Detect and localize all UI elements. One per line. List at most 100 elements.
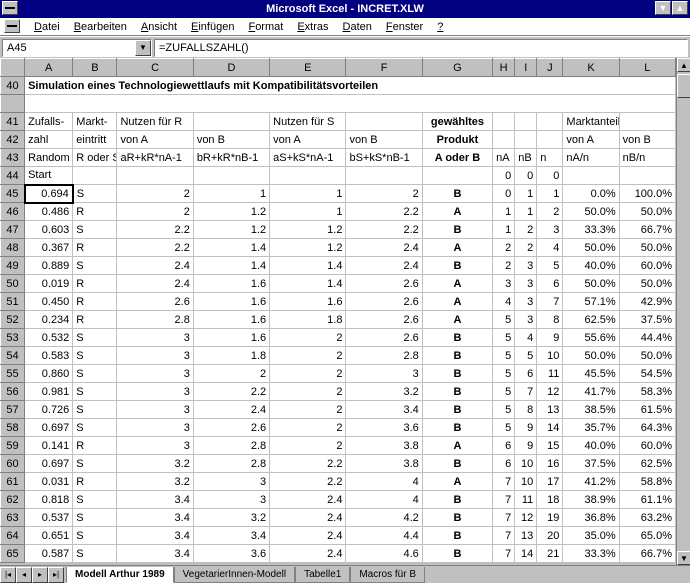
col-header-C[interactable]: C <box>117 59 193 77</box>
cell-A43[interactable]: Random <box>25 149 73 167</box>
cell-E66[interactable]: 2.4 <box>270 563 346 564</box>
cell-E48[interactable]: 1.2 <box>270 239 346 257</box>
row-header-51[interactable]: 51 <box>1 293 25 311</box>
cell-A57[interactable]: 0.726 <box>25 401 73 419</box>
cell-L53[interactable]: 44.4% <box>619 329 675 347</box>
cell-K53[interactable]: 55.6% <box>563 329 619 347</box>
cell-J47[interactable]: 3 <box>537 221 563 239</box>
cell-E63[interactable]: 2.4 <box>270 509 346 527</box>
cell-H48[interactable]: 2 <box>493 239 515 257</box>
row-header-63[interactable]: 63 <box>1 509 25 527</box>
cell-B46[interactable]: R <box>73 203 117 221</box>
cell-J51[interactable]: 7 <box>537 293 563 311</box>
cell-D56[interactable]: 2.2 <box>193 383 269 401</box>
col-header-J[interactable]: J <box>537 59 563 77</box>
cell-I61[interactable]: 10 <box>515 473 537 491</box>
cell-F63[interactable]: 4.2 <box>346 509 422 527</box>
formula-input[interactable]: =ZUFALLSZAHL() <box>154 39 688 57</box>
cell-D46[interactable]: 1.2 <box>193 203 269 221</box>
cell-I63[interactable]: 12 <box>515 509 537 527</box>
cell-K43[interactable]: nA/n <box>563 149 619 167</box>
cell-L41[interactable] <box>619 113 675 131</box>
cell-I42[interactable] <box>515 131 537 149</box>
menu-extras[interactable]: Extras <box>297 18 328 35</box>
cell-B50[interactable]: R <box>73 275 117 293</box>
cell-C45[interactable]: 2 <box>117 185 193 203</box>
cell-G41[interactable]: gewähltes <box>422 113 492 131</box>
cell-G47[interactable]: B <box>422 221 492 239</box>
cell-J46[interactable]: 2 <box>537 203 563 221</box>
cell-G54[interactable]: B <box>422 347 492 365</box>
cell-H46[interactable]: 1 <box>493 203 515 221</box>
row-header-54[interactable]: 54 <box>1 347 25 365</box>
cell-H50[interactable]: 3 <box>493 275 515 293</box>
cell-F42[interactable]: von B <box>346 131 422 149</box>
cell-B54[interactable]: S <box>73 347 117 365</box>
cell-I60[interactable]: 10 <box>515 455 537 473</box>
cell-F57[interactable]: 3.4 <box>346 401 422 419</box>
cell-I55[interactable]: 6 <box>515 365 537 383</box>
cell-D66[interactable]: 3.8 <box>193 563 269 564</box>
cell-G53[interactable]: B <box>422 329 492 347</box>
scroll-down-button[interactable]: ▼ <box>677 551 690 565</box>
cell-L59[interactable]: 60.0% <box>619 437 675 455</box>
cell-L43[interactable]: nB/n <box>619 149 675 167</box>
cell-E54[interactable]: 2 <box>270 347 346 365</box>
cell-I43[interactable]: nB <box>515 149 537 167</box>
row-header-42[interactable]: 42 <box>1 131 25 149</box>
cell-B52[interactable]: R <box>73 311 117 329</box>
cell-C53[interactable]: 3 <box>117 329 193 347</box>
cell-I46[interactable]: 1 <box>515 203 537 221</box>
cell-I51[interactable]: 3 <box>515 293 537 311</box>
cell-C48[interactable]: 2.2 <box>117 239 193 257</box>
cell-A54[interactable]: 0.583 <box>25 347 73 365</box>
cell-B63[interactable]: S <box>73 509 117 527</box>
cell-I57[interactable]: 8 <box>515 401 537 419</box>
cell-H56[interactable]: 5 <box>493 383 515 401</box>
row-header-62[interactable]: 62 <box>1 491 25 509</box>
cell-E56[interactable]: 2 <box>270 383 346 401</box>
col-header-A[interactable]: A <box>25 59 73 77</box>
cell-I54[interactable]: 5 <box>515 347 537 365</box>
row-header-60[interactable]: 60 <box>1 455 25 473</box>
cell-C51[interactable]: 2.6 <box>117 293 193 311</box>
cell-J45[interactable]: 1 <box>537 185 563 203</box>
cell-K42[interactable]: von A <box>563 131 619 149</box>
menu-bearbeiten[interactable]: Bearbeiten <box>74 18 127 35</box>
row-header-45[interactable]: 45 <box>1 185 25 203</box>
cell-H43[interactable]: nA <box>493 149 515 167</box>
cell-I59[interactable]: 9 <box>515 437 537 455</box>
sheet-tab-3[interactable]: Macros für B <box>350 567 425 583</box>
cell-D60[interactable]: 2.8 <box>193 455 269 473</box>
cell-J62[interactable]: 18 <box>537 491 563 509</box>
cell-H45[interactable]: 0 <box>493 185 515 203</box>
cell-F44[interactable] <box>346 167 422 185</box>
cell-L54[interactable]: 50.0% <box>619 347 675 365</box>
cell-K63[interactable]: 36.8% <box>563 509 619 527</box>
cell-C65[interactable]: 3.4 <box>117 545 193 563</box>
cell-L48[interactable]: 50.0% <box>619 239 675 257</box>
cell-L66[interactable]: 68.2% <box>619 563 675 564</box>
row-header-58[interactable]: 58 <box>1 419 25 437</box>
row-header-52[interactable]: 52 <box>1 311 25 329</box>
row-header-56[interactable]: 56 <box>1 383 25 401</box>
cell-B42[interactable]: eintritt <box>73 131 117 149</box>
cell-A55[interactable]: 0.860 <box>25 365 73 383</box>
cell-L60[interactable]: 62.5% <box>619 455 675 473</box>
cell-F55[interactable]: 3 <box>346 365 422 383</box>
cell-A60[interactable]: 0.697 <box>25 455 73 473</box>
cell-H63[interactable]: 7 <box>493 509 515 527</box>
cell-F46[interactable]: 2.2 <box>346 203 422 221</box>
row-header-[interactable] <box>1 95 25 113</box>
cell-C44[interactable] <box>117 167 193 185</box>
cell-C60[interactable]: 3.2 <box>117 455 193 473</box>
row-header-40[interactable]: 40 <box>1 77 25 95</box>
cell-K55[interactable]: 45.5% <box>563 365 619 383</box>
row-header-53[interactable]: 53 <box>1 329 25 347</box>
cell-D42[interactable]: von B <box>193 131 269 149</box>
cell-E47[interactable]: 1.2 <box>270 221 346 239</box>
cell-F60[interactable]: 3.8 <box>346 455 422 473</box>
cell-A41[interactable]: Zufalls- <box>25 113 73 131</box>
cell-K64[interactable]: 35.0% <box>563 527 619 545</box>
cell-F47[interactable]: 2.2 <box>346 221 422 239</box>
